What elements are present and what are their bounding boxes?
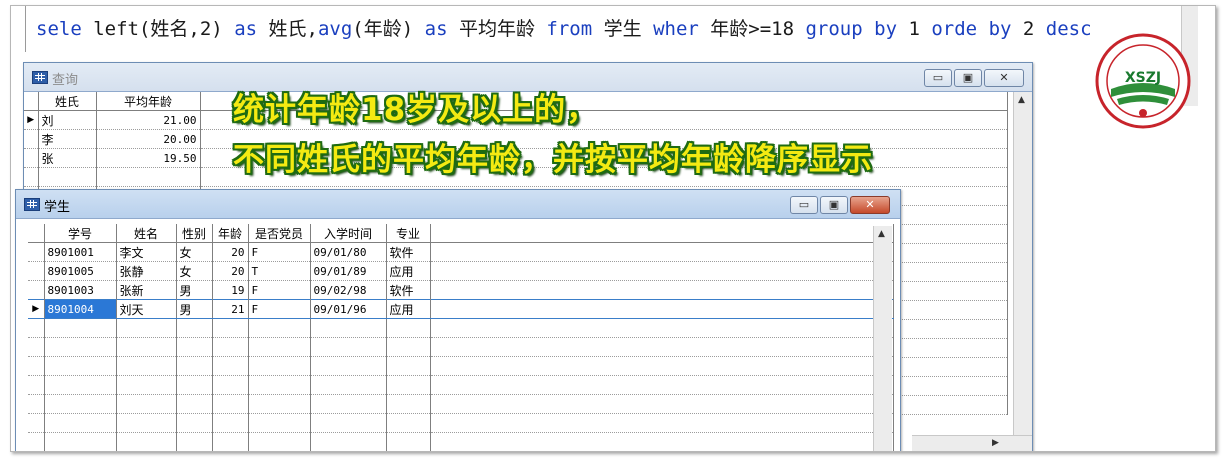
cell-major[interactable]: 应用	[386, 299, 431, 319]
table-icon	[24, 198, 40, 211]
student-grid[interactable]: 学号 姓名 性别 年龄 是否党员 入学时间 专业 8901001 李文 女 20…	[28, 224, 894, 451]
cell-name[interactable]: 张静	[116, 261, 177, 281]
row-selector-header	[24, 92, 39, 111]
seal-letters: XSZJ	[1125, 70, 1161, 86]
cmd-token: by	[874, 18, 898, 40]
student-window-title: 学生	[44, 200, 71, 215]
maximize-button[interactable]: ▣	[820, 196, 848, 214]
cmd-token: ,2)	[188, 18, 235, 40]
cell-student-id[interactable]: 8901004	[44, 299, 117, 319]
column-header-surname[interactable]: 姓氏	[38, 92, 97, 111]
cell-gender[interactable]: 男	[176, 280, 213, 300]
minimize-button[interactable]: ▭	[924, 69, 952, 87]
cmd-token: 2	[1011, 18, 1046, 40]
column-header-party-member[interactable]: 是否党员	[248, 224, 311, 243]
cmd-token: wher	[653, 18, 699, 40]
current-row-pointer-icon: ▶	[24, 110, 39, 130]
query-vertical-scrollbar[interactable]: ▲	[1013, 92, 1032, 436]
cmd-token: (年龄)	[352, 18, 425, 40]
cell-avg-age[interactable]: 20.00	[96, 129, 201, 149]
student-window[interactable]: 学生 ▭ ▣ ✕ 学号 姓名 性别 年龄 是否党员 入学时间 专业 890100…	[15, 189, 901, 451]
cell-party[interactable]: F	[248, 242, 311, 262]
cell-party[interactable]: F	[248, 280, 311, 300]
cell-date[interactable]: 09/01/80	[310, 242, 387, 262]
cell-date[interactable]: 09/01/96	[310, 299, 387, 319]
query-window-title: 查询	[52, 73, 79, 88]
cell-major[interactable]: 应用	[386, 261, 431, 281]
annotation-line-1: 统计年龄18岁及以上的，	[233, 92, 599, 128]
cell-age[interactable]: 21	[212, 299, 249, 319]
table-icon	[32, 71, 48, 84]
column-header-major[interactable]: 专业	[386, 224, 431, 243]
cell-age[interactable]: 20	[212, 261, 249, 281]
close-button[interactable]: ✕	[984, 69, 1024, 87]
cell-student-id[interactable]: 8901003	[44, 280, 117, 300]
cell-name[interactable]: 李文	[116, 242, 177, 262]
cell-gender[interactable]: 女	[176, 261, 213, 281]
current-table-row[interactable]: ▶ 8901004 刘天 男 21 F 09/01/96 应用	[28, 299, 894, 319]
cell-avg-age[interactable]: 19.50	[96, 148, 201, 168]
annotation-line-2: 不同姓氏的平均年龄，并按平均年龄降序显示	[233, 142, 873, 178]
cell-major[interactable]: 软件	[386, 242, 431, 262]
command-window[interactable]: sele left(姓名,2) as 姓氏,avg(年龄) as 平均年龄 fr…	[25, 6, 1215, 52]
sql-command-line[interactable]: sele left(姓名,2) as 姓氏,avg(年龄) as 平均年龄 fr…	[36, 14, 1092, 41]
cmd-token: as	[424, 18, 448, 40]
cmd-token: 年龄>=18	[698, 18, 806, 40]
cell-name[interactable]: 张新	[116, 280, 177, 300]
column-header-avg-age[interactable]: 平均年龄	[96, 92, 201, 111]
cmd-token: 学生	[592, 18, 654, 40]
cmd-token: 平均年龄	[447, 18, 547, 40]
scroll-up-icon[interactable]: ▲	[1018, 95, 1025, 105]
cell-age[interactable]: 20	[212, 242, 249, 262]
school-seal-logo: XSZJ	[1095, 33, 1191, 129]
student-titlebar[interactable]: 学生 ▭ ▣ ✕	[16, 190, 900, 219]
minimize-button[interactable]: ▭	[790, 196, 818, 214]
cell-party[interactable]: T	[248, 261, 311, 281]
cell-avg-age[interactable]: 21.00	[96, 110, 201, 130]
cell-surname[interactable]: 张	[38, 148, 97, 168]
cmd-token: from	[546, 18, 593, 40]
scroll-right-icon[interactable]: ▶	[992, 438, 999, 448]
cell-surname[interactable]: 刘	[38, 110, 97, 130]
cmd-token: orde	[931, 18, 978, 40]
column-header-age[interactable]: 年龄	[212, 224, 249, 243]
cell-student-id[interactable]: 8901005	[44, 261, 117, 281]
scroll-up-icon[interactable]: ▲	[878, 229, 885, 239]
current-row-pointer-icon: ▶	[28, 299, 45, 319]
cmd-token: group	[805, 18, 863, 40]
cell-date[interactable]: 09/02/98	[310, 280, 387, 300]
close-button[interactable]: ✕	[850, 196, 890, 214]
cell-major[interactable]: 软件	[386, 280, 431, 300]
maximize-button[interactable]: ▣	[954, 69, 982, 87]
cell-party[interactable]: F	[248, 299, 311, 319]
column-header-enroll-date[interactable]: 入学时间	[310, 224, 387, 243]
cell-gender[interactable]: 男	[176, 299, 213, 319]
cell-surname[interactable]: 李	[38, 129, 97, 149]
student-vertical-scrollbar[interactable]: ▲	[873, 226, 892, 451]
column-header-name[interactable]: 姓名	[116, 224, 177, 243]
cmd-token	[863, 18, 874, 40]
cell-gender[interactable]: 女	[176, 242, 213, 262]
cmd-token	[977, 18, 988, 40]
cell-student-id[interactable]: 8901001	[44, 242, 117, 262]
cmd-token: 1	[897, 18, 932, 40]
query-horizontal-scrollbar[interactable]: ▶	[912, 435, 1032, 451]
cmd-token: desc	[1045, 18, 1092, 40]
cmd-token: as	[234, 18, 258, 40]
cell-age[interactable]: 19	[212, 280, 249, 300]
screenshot-frame: sele left(姓名,2) as 姓氏,avg(年龄) as 平均年龄 fr…	[10, 5, 1216, 452]
column-header-student-id[interactable]: 学号	[44, 224, 117, 243]
cell-name[interactable]: 刘天	[116, 299, 177, 319]
cmd-token: left(	[81, 18, 151, 40]
cmd-token: 姓氏,	[257, 18, 318, 40]
cmd-token: 姓名	[150, 18, 189, 40]
cmd-token: sele	[36, 18, 82, 40]
cmd-token: by	[988, 18, 1012, 40]
cmd-token: avg	[317, 18, 353, 40]
cell-date[interactable]: 09/01/89	[310, 261, 387, 281]
column-header-gender[interactable]: 性别	[176, 224, 213, 243]
